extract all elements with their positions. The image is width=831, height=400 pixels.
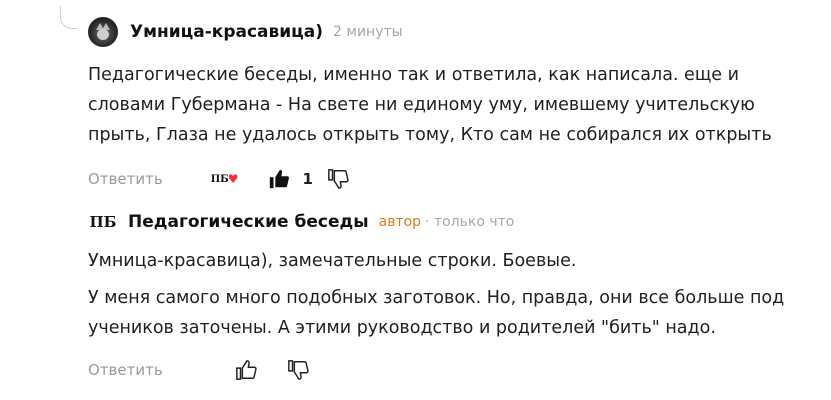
comment-text: Умница-красавица), замечательные строки.… [88, 246, 811, 343]
comment-line: Педагогические беседы, именно так и отве… [88, 65, 740, 85]
comment-time: · только что [425, 214, 515, 230]
comment-author[interactable]: Умница-красавица) [130, 22, 323, 42]
thumb-up-icon[interactable] [266, 166, 292, 192]
comment-paragraph: У меня самого много подобных заготовок. … [88, 288, 785, 338]
thumb-up-icon[interactable] [233, 357, 259, 383]
comment-actions: Ответить ПБ ♥ 1 [88, 162, 811, 196]
comment-time: 2 минуты [333, 24, 403, 40]
reply-button[interactable]: Ответить [88, 170, 163, 188]
author-liked-badge: ПБ ♥ [211, 172, 239, 186]
heart-icon: ♥ [227, 172, 239, 186]
cat-avatar-icon[interactable] [88, 17, 118, 47]
comment-2: ПБ Педагогические беседы автор · только … [88, 204, 811, 387]
like-count: 1 [302, 170, 313, 188]
comment-text: Педагогические беседы, именно так и отве… [88, 60, 811, 150]
reply-button[interactable]: Ответить [88, 361, 163, 379]
comment-line: словами Губермана - На свете ни единому … [88, 95, 755, 115]
comment-header: Умница-красавица) 2 минуты [88, 14, 811, 50]
thread-connector [60, 6, 77, 29]
author-tag: автор [378, 214, 422, 230]
thumb-down-icon[interactable] [325, 166, 351, 192]
pb-avatar-icon: ПБ [210, 173, 229, 185]
comment-line: прыть, Глаза не удалось открыть тому, Кт… [88, 125, 772, 145]
comment-actions: Ответить [88, 353, 811, 387]
thumb-down-icon[interactable] [285, 357, 311, 383]
comment-1: Умница-красавица) 2 минуты Педагогически… [88, 14, 811, 196]
pb-avatar-icon[interactable]: ПБ [88, 207, 118, 237]
comment-header: ПБ Педагогические беседы автор · только … [88, 204, 811, 240]
comment-author[interactable]: Педагогические беседы [128, 212, 369, 232]
comment-paragraph: Умница-красавица), замечательные строки.… [88, 251, 577, 271]
